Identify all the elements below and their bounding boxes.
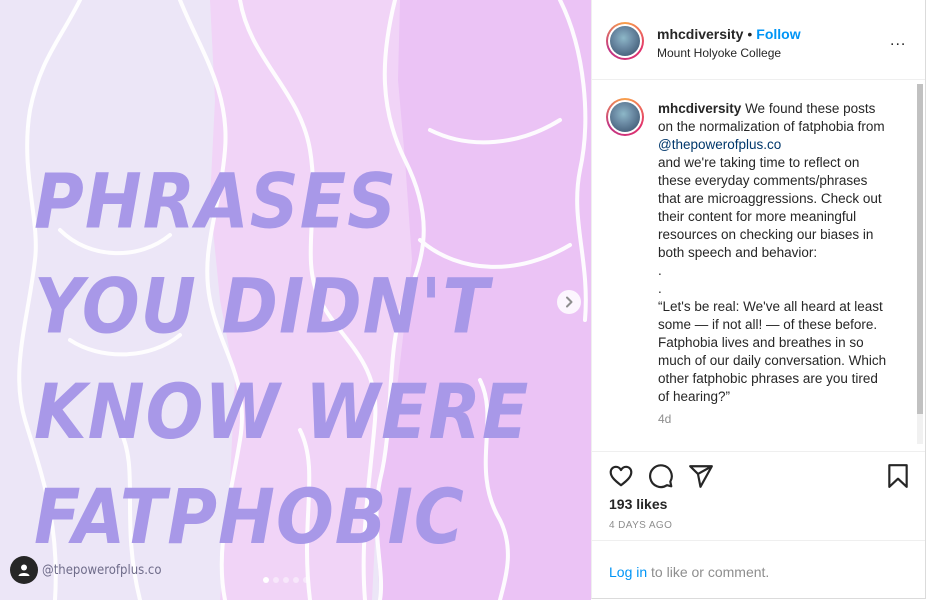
likes-count[interactable]: 193 likes [609, 496, 667, 512]
caption-body: mhcdiversity We found these posts on the… [658, 100, 890, 154]
mention-link[interactable]: @thepowerofplus.co [658, 137, 781, 152]
post-sidebar: mhcdiversity • Follow Mount Holyoke Colleg… [591, 0, 926, 599]
login-prompt: Log in to like or comment. [592, 540, 925, 599]
slide-dot [303, 577, 309, 583]
follow-button[interactable]: Follow [756, 26, 800, 42]
caption-time: 4d [658, 412, 672, 426]
bookmark-icon[interactable] [885, 463, 911, 489]
slide-dot [293, 577, 299, 583]
caption-quote: “Let's be real: We've all heard at least… [658, 299, 887, 404]
next-slide-button[interactable] [557, 290, 581, 314]
caption-spacer: . [658, 263, 662, 278]
headline-line: YOU DIDN'T [34, 263, 490, 352]
post-date: 4 DAYS AGO [609, 520, 673, 531]
person-icon[interactable] [10, 556, 38, 584]
header-user: mhcdiversity • Follow [657, 26, 801, 42]
image-credit: @thepowerofplus.co [10, 556, 162, 584]
slide-dot [263, 577, 269, 583]
instagram-post: PHRASES YOU DIDN'T KNOW WERE FATPHOBIC @… [0, 0, 926, 600]
avatar[interactable] [606, 22, 644, 60]
post-actions: 193 likes 4 DAYS AGO [592, 451, 925, 540]
caption: mhcdiversity We found these posts on the… [658, 100, 890, 406]
comment-icon[interactable] [648, 463, 674, 489]
headline-line: KNOW WERE [34, 368, 530, 457]
login-link[interactable]: Log in [609, 564, 647, 580]
send-icon[interactable] [688, 463, 714, 489]
separator: • [747, 26, 753, 42]
chevron-right-icon [566, 296, 573, 308]
credit-label: @thepowerofplus.co [42, 562, 162, 578]
headline-line: PHRASES [34, 157, 398, 247]
login-text: Log in to like or comment. [609, 564, 769, 580]
caption-username[interactable]: mhcdiversity [658, 101, 741, 116]
heart-icon[interactable] [608, 463, 634, 489]
username-link[interactable]: mhcdiversity [657, 26, 743, 42]
post-image[interactable]: PHRASES YOU DIDN'T KNOW WERE FATPHOBIC @… [0, 0, 591, 600]
post-header: mhcdiversity • Follow Mount Holyoke Colleg… [592, 0, 925, 80]
slide-dot [273, 577, 279, 583]
slide-dot [283, 577, 289, 583]
login-rest: to like or comment. [651, 564, 770, 580]
location-link[interactable]: Mount Holyoke College [657, 46, 781, 60]
caption-scroll-area[interactable]: mhcdiversity We found these posts on the… [592, 80, 925, 450]
caption-text-2: and we're taking time to reflect on thes… [658, 155, 882, 260]
scrollbar-thumb[interactable] [917, 84, 923, 414]
more-options-icon[interactable]: ... [890, 32, 906, 50]
slide-indicator [263, 577, 309, 583]
scrollbar[interactable] [917, 84, 923, 444]
caption-spacer: . [658, 281, 662, 296]
headline-text: PHRASES YOU DIDN'T KNOW WERE FATPHOBIC [34, 150, 591, 571]
avatar[interactable] [606, 98, 644, 136]
